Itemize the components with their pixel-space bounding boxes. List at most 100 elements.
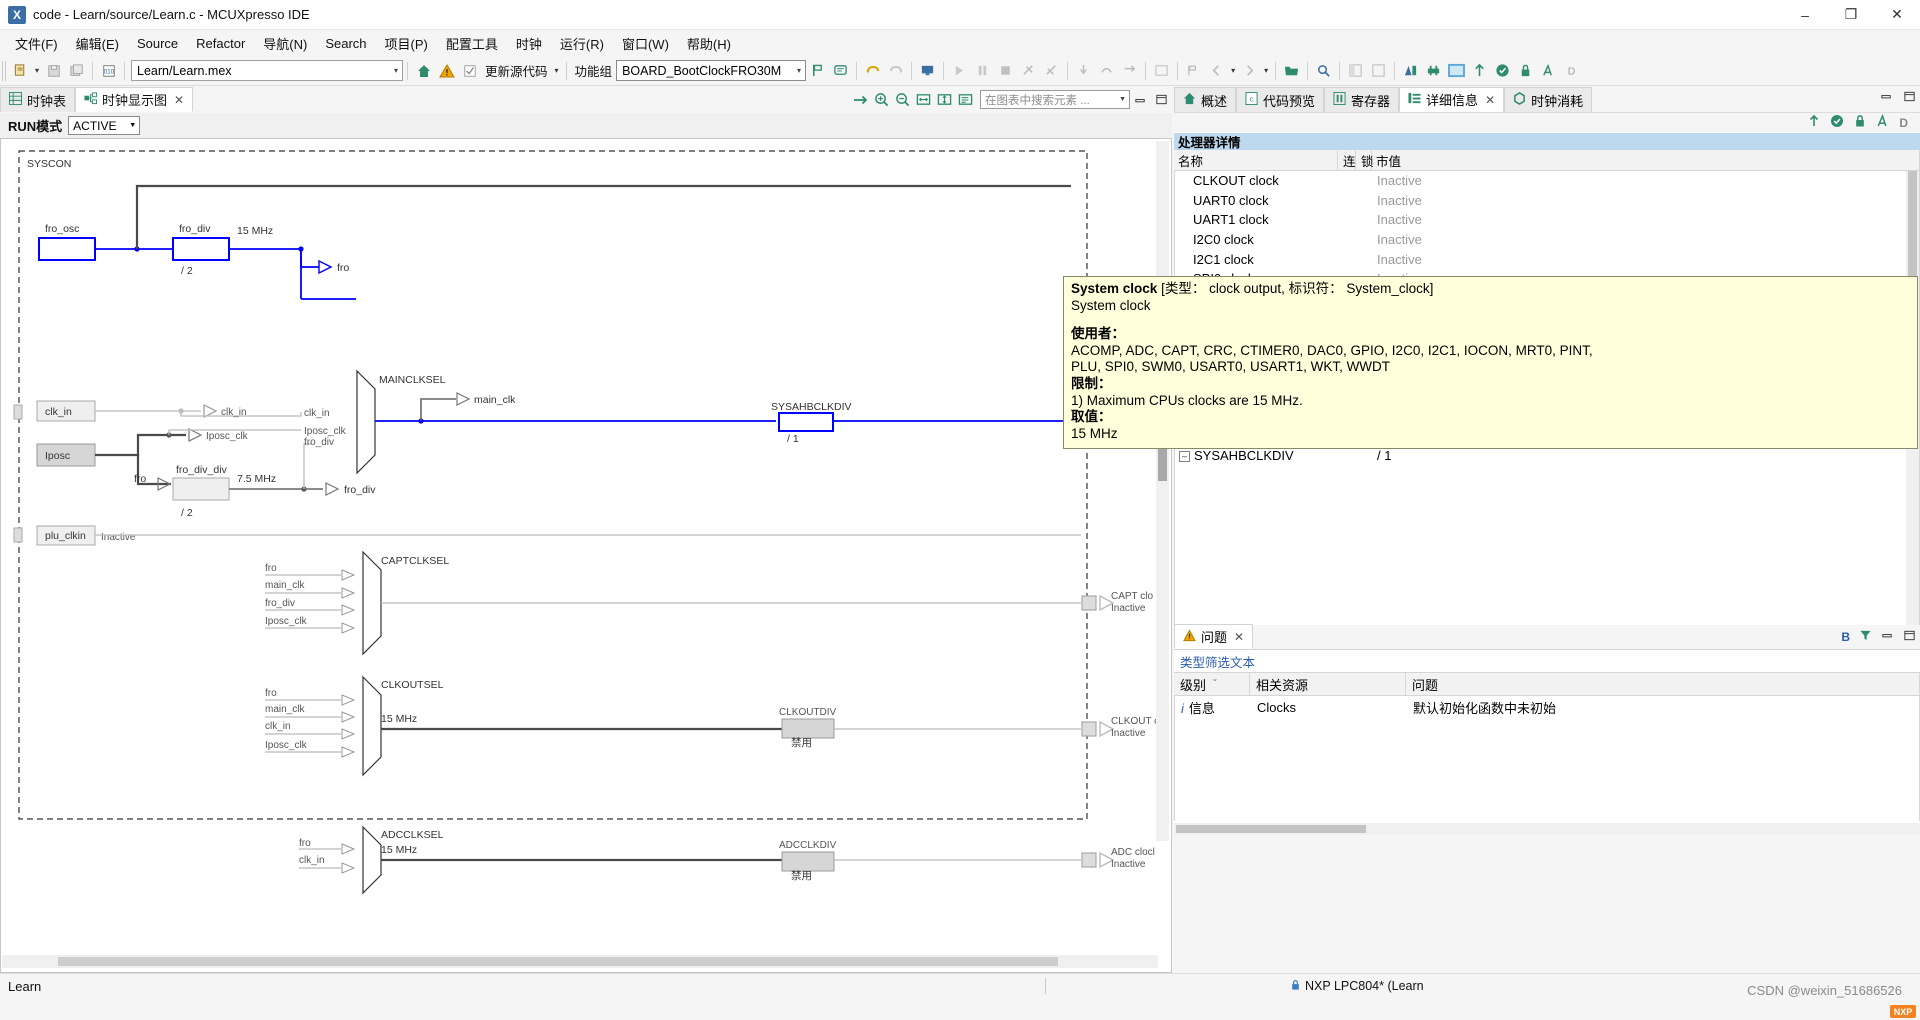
zoom-out-icon[interactable] bbox=[893, 90, 912, 109]
col-name[interactable]: 名称 bbox=[1174, 150, 1338, 170]
panel-minimize-icon[interactable] bbox=[1131, 90, 1150, 109]
problems-filter-input[interactable]: 类型筛选文本 bbox=[1174, 650, 1920, 672]
collapse-expander-icon[interactable]: – bbox=[1179, 450, 1190, 462]
menu-refactor[interactable]: Refactor bbox=[187, 33, 254, 54]
warning-icon[interactable] bbox=[436, 60, 457, 81]
arrow-right-icon[interactable] bbox=[851, 90, 870, 109]
panel-maximize-icon[interactable] bbox=[1152, 90, 1171, 109]
toolbar-grip[interactable] bbox=[2, 60, 7, 81]
tab-clock-diagram[interactable]: 时钟显示图 ✕ bbox=[75, 87, 194, 112]
run-icon[interactable] bbox=[949, 60, 970, 81]
save-icon[interactable] bbox=[43, 60, 64, 81]
run-mode-select[interactable]: ACTIVE ▼ bbox=[68, 116, 141, 135]
tab-clock-table[interactable]: 时钟表 bbox=[0, 87, 76, 112]
problems-table-body[interactable]: i 信息 Clocks 默认初始化函数中未初始 bbox=[1174, 696, 1920, 821]
flag-icon[interactable] bbox=[807, 60, 828, 81]
config-tools-icon[interactable] bbox=[1423, 60, 1444, 81]
menu-window[interactable]: 窗口(W) bbox=[613, 31, 678, 56]
diagram-search-input[interactable]: 在图表中搜索元素 ... ▼ bbox=[980, 90, 1130, 109]
tab-code-preview[interactable]: c 代码预览 bbox=[1236, 87, 1325, 112]
window-layout-icon[interactable] bbox=[1345, 60, 1366, 81]
col-level[interactable]: ⌄ 级别 bbox=[1174, 673, 1250, 695]
problems-horizontal-scrollbar[interactable] bbox=[1174, 823, 1920, 835]
canvas-horizontal-scrollbar[interactable] bbox=[2, 955, 1158, 968]
new-file-dropdown[interactable]: ▾ bbox=[32, 66, 42, 75]
table-row[interactable]: CLKOUT clock Inactive bbox=[1175, 171, 1919, 191]
develop-perspective-icon[interactable] bbox=[1400, 60, 1421, 81]
active-perspective-icon[interactable] bbox=[1446, 60, 1467, 81]
close-icon[interactable]: ✕ bbox=[1234, 630, 1244, 644]
tab-details[interactable]: 详细信息 ✕ bbox=[1399, 87, 1505, 112]
font-icon[interactable] bbox=[1538, 60, 1559, 81]
tab-overview[interactable]: 概述 bbox=[1174, 87, 1237, 112]
col-problem[interactable]: 问题 bbox=[1406, 673, 1920, 695]
zoom-in-icon[interactable] bbox=[872, 90, 891, 109]
col-value[interactable]: 市值 bbox=[1372, 150, 1920, 170]
d-icon[interactable]: D bbox=[1561, 60, 1582, 81]
filter-icon[interactable] bbox=[1859, 629, 1872, 645]
close-button[interactable]: ✕ bbox=[1874, 0, 1920, 30]
table-row[interactable]: i 信息 Clocks 默认初始化函数中未初始 bbox=[1175, 696, 1919, 718]
panel-minimize-icon[interactable] bbox=[1881, 629, 1894, 645]
table-row[interactable]: UART0 clock Inactive bbox=[1175, 191, 1919, 211]
redo-icon[interactable] bbox=[885, 60, 906, 81]
col-lock[interactable]: 锁 bbox=[1356, 150, 1374, 170]
menu-help[interactable]: 帮助(H) bbox=[678, 31, 740, 56]
close-icon[interactable]: ✕ bbox=[1485, 93, 1495, 107]
debug-icon[interactable] bbox=[917, 60, 938, 81]
lock-icon[interactable] bbox=[1853, 114, 1867, 131]
menu-search[interactable]: Search bbox=[316, 33, 375, 54]
check-circle-icon[interactable] bbox=[1492, 60, 1513, 81]
table-row[interactable]: I2C0 clock Inactive bbox=[1175, 230, 1919, 250]
step-into-icon[interactable] bbox=[1073, 60, 1094, 81]
menu-project[interactable]: 项目(P) bbox=[376, 31, 437, 56]
new-file-icon[interactable] bbox=[10, 60, 31, 81]
disconnect2-icon[interactable] bbox=[1041, 60, 1062, 81]
alert-icon[interactable] bbox=[1876, 113, 1890, 131]
binary-icon[interactable]: 010 bbox=[98, 60, 119, 81]
clock-diagram-canvas[interactable]: SYSCON fro_osc fro_div / 2 15 MHz fro cl… bbox=[0, 138, 1172, 973]
stop-icon[interactable] bbox=[995, 60, 1016, 81]
chevron-down-icon[interactable]: ▼ bbox=[1119, 96, 1126, 103]
table-row[interactable]: I2C1 clock Inactive bbox=[1175, 249, 1919, 269]
fit-height-icon[interactable] bbox=[935, 90, 954, 109]
step-over-icon[interactable] bbox=[1096, 60, 1117, 81]
back-dropdown[interactable]: ▾ bbox=[1228, 66, 1238, 75]
open-folder-icon[interactable] bbox=[1281, 60, 1302, 81]
lock-toolbar-icon[interactable] bbox=[1515, 60, 1536, 81]
menu-clocks[interactable]: 时钟 bbox=[507, 31, 551, 56]
d-icon[interactable]: D bbox=[1899, 116, 1908, 130]
panel-maximize-icon[interactable] bbox=[1903, 90, 1916, 106]
problems-hscroll-thumb[interactable] bbox=[1176, 825, 1366, 833]
up-arrow-icon[interactable] bbox=[1469, 60, 1490, 81]
maximize-button[interactable]: ❐ bbox=[1828, 0, 1874, 30]
chevron-down-icon[interactable]: ▾ bbox=[394, 66, 398, 75]
function-group-combo[interactable]: BOARD_BootClockFRO30M ▾ bbox=[616, 60, 807, 81]
perspective-icon[interactable] bbox=[1368, 60, 1389, 81]
fit-width-icon[interactable] bbox=[914, 90, 933, 109]
pause-icon[interactable] bbox=[972, 60, 993, 81]
disconnect-icon[interactable] bbox=[1018, 60, 1039, 81]
save-all-icon[interactable] bbox=[66, 60, 87, 81]
layout-icon[interactable] bbox=[956, 90, 975, 109]
tab-clock-consumption[interactable]: 时钟消耗 bbox=[1504, 87, 1593, 112]
canvas-vertical-scrollbar[interactable] bbox=[1156, 141, 1169, 841]
tab-problems[interactable]: 问题 ✕ bbox=[1174, 624, 1254, 649]
menu-config-tools[interactable]: 配置工具 bbox=[437, 31, 507, 56]
step-return-icon[interactable] bbox=[1119, 60, 1140, 81]
chevron-down-icon[interactable]: ▼ bbox=[129, 122, 136, 129]
col-resource[interactable]: 相关资源 bbox=[1250, 673, 1406, 695]
update-source-dropdown[interactable]: ▾ bbox=[552, 66, 562, 75]
canvas-hscroll-thumb[interactable] bbox=[58, 957, 1058, 966]
menu-navigate[interactable]: 导航(N) bbox=[254, 31, 316, 56]
note-icon[interactable] bbox=[830, 60, 851, 81]
home-icon[interactable] bbox=[413, 60, 434, 81]
forward-dropdown[interactable]: ▾ bbox=[1261, 66, 1271, 75]
path-combo[interactable]: Learn/Learn.mex ▾ bbox=[131, 60, 404, 81]
chevron-down-icon[interactable]: ▾ bbox=[797, 66, 801, 75]
menu-run[interactable]: 运行(R) bbox=[551, 31, 613, 56]
check-icon[interactable] bbox=[1830, 114, 1844, 131]
col-link[interactable]: 连 bbox=[1338, 150, 1356, 170]
table-row[interactable]: UART1 clock Inactive bbox=[1175, 210, 1919, 230]
menu-file[interactable]: 文件(F) bbox=[6, 31, 67, 56]
